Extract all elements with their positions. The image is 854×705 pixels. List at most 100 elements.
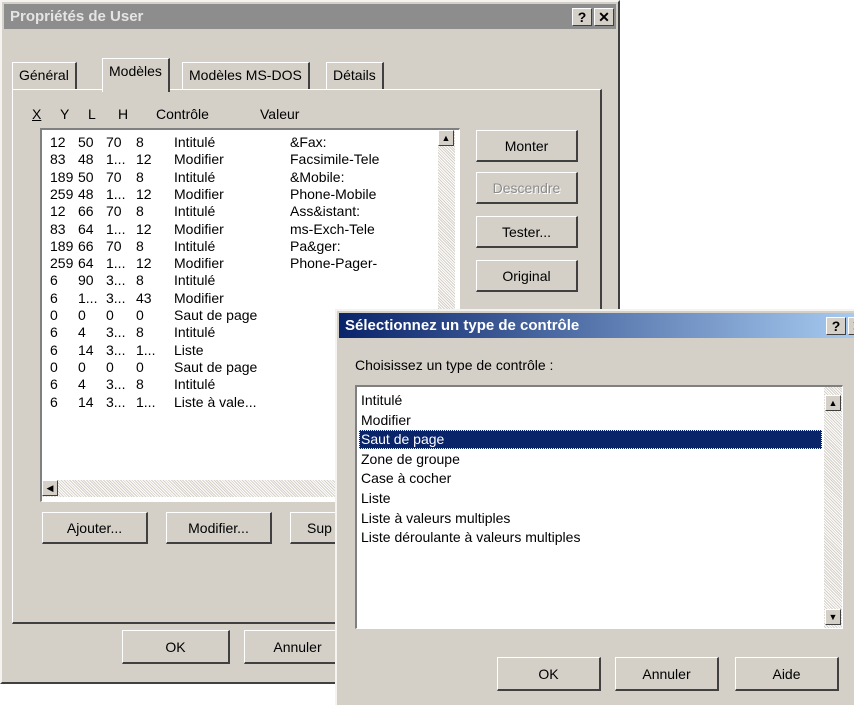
cell-l: 3... xyxy=(106,341,126,358)
main-window-title: Propriétés de User xyxy=(10,8,144,25)
cell-x: 189 xyxy=(50,237,74,254)
table-row[interactable]: 259 64 1... 12 Modifier Phone-Pager- xyxy=(42,255,434,272)
tab-general[interactable]: Général xyxy=(12,62,77,90)
cell-x: 6 xyxy=(50,272,58,289)
table-row[interactable]: 12 66 70 8 Intitulé Ass&istant: xyxy=(42,203,434,220)
cell-y: 66 xyxy=(78,237,94,254)
dialog-title: Sélectionnez un type de contrôle xyxy=(345,317,580,334)
cell-h: 8 xyxy=(136,272,144,289)
cell-y: 66 xyxy=(78,203,94,220)
col-header-y[interactable]: Y xyxy=(60,106,69,122)
dialog-ok-button[interactable]: OK xyxy=(497,657,601,691)
tab-modeles-ms-dos[interactable]: Modèles MS-DOS xyxy=(182,62,310,90)
tab-modeles[interactable]: Modèles xyxy=(102,58,170,92)
col-header-x[interactable]: X xyxy=(32,106,41,122)
tester-button[interactable]: Tester... xyxy=(476,216,578,248)
cell-y: 1... xyxy=(78,289,98,306)
table-row[interactable]: 6 90 3... 8 Intitulé xyxy=(42,272,434,289)
cell-controle: Saut de page xyxy=(174,307,258,323)
dialog-prompt-text: Choisissez un type de contrôle : xyxy=(355,357,554,373)
cell-controle: Liste à vale... xyxy=(174,393,257,410)
close-icon[interactable]: ✕ xyxy=(594,8,614,26)
col-header-valeur[interactable]: Valeur xyxy=(260,106,299,122)
ajouter-button[interactable]: Ajouter... xyxy=(42,512,148,544)
dialog-close-icon[interactable]: ✕ xyxy=(848,317,854,335)
modifier-button[interactable]: Modifier... xyxy=(166,512,272,544)
cell-valeur: Phone-Mobile xyxy=(290,185,377,202)
cell-l: 70 xyxy=(106,237,122,254)
cell-valeur: Pa&ger: xyxy=(290,237,341,254)
tab-details-label: Détails xyxy=(333,67,376,83)
cell-x: 6 xyxy=(50,376,58,393)
cell-h: 1... xyxy=(136,341,156,358)
cell-y: 64 xyxy=(78,255,94,272)
list-item[interactable]: Zone de groupe xyxy=(359,450,822,469)
cell-h: 8 xyxy=(136,203,144,220)
dialog-annuler-button[interactable]: Annuler xyxy=(615,657,719,691)
cell-y: 48 xyxy=(78,151,94,168)
col-header-h[interactable]: H xyxy=(118,106,128,122)
cell-controle: Intitulé xyxy=(174,168,216,185)
dialog-scroll-down-icon[interactable]: ▼ xyxy=(825,609,841,625)
cell-h: 1... xyxy=(136,393,156,410)
scroll-up-icon[interactable]: ▲ xyxy=(438,130,454,146)
cell-l: 1... xyxy=(106,255,126,272)
original-button[interactable]: Original xyxy=(476,260,578,292)
cell-controle: Intitulé xyxy=(174,376,216,393)
cell-l: 1... xyxy=(106,185,126,202)
cell-y: 64 xyxy=(78,220,94,237)
cell-y: 0 xyxy=(78,358,86,375)
cell-l: 3... xyxy=(106,272,126,289)
table-row[interactable]: 83 64 1... 12 Modifier ms-Exch-Tele xyxy=(42,221,434,238)
dialog-prompt: Choisissez un type de contrôle : xyxy=(355,357,553,373)
list-item[interactable]: Liste à valeurs multiples xyxy=(359,509,822,528)
cell-l: 1... xyxy=(106,220,126,237)
cell-h: 12 xyxy=(136,151,152,168)
cell-x: 12 xyxy=(50,203,66,220)
cell-controle: Intitulé xyxy=(174,237,216,254)
tab-details[interactable]: Détails xyxy=(326,62,384,90)
table-row[interactable]: 12 50 70 8 Intitulé &Fax: xyxy=(42,134,434,151)
list-item[interactable]: Liste xyxy=(359,489,822,508)
col-header-l[interactable]: L xyxy=(88,106,96,122)
cell-y: 14 xyxy=(78,393,94,410)
descendre-button[interactable]: Descendre xyxy=(476,172,578,204)
main-title-bar[interactable]: Propriétés de User ? ✕ xyxy=(4,4,616,29)
ok-button[interactable]: OK xyxy=(122,630,230,664)
table-row[interactable]: 259 48 1... 12 Modifier Phone-Mobile xyxy=(42,186,434,203)
list-item[interactable]: Modifier xyxy=(359,411,822,430)
cell-controle: Intitulé xyxy=(174,272,216,289)
cell-x: 6 xyxy=(50,393,58,410)
table-row[interactable]: 189 66 70 8 Intitulé Pa&ger: xyxy=(42,238,434,255)
cell-l: 0 xyxy=(106,358,114,375)
cell-y: 14 xyxy=(78,341,94,358)
dialog-title-bar[interactable]: Sélectionnez un type de contrôle ? ✕ xyxy=(339,313,854,338)
col-header-controle[interactable]: Contrôle xyxy=(156,106,209,122)
list-item[interactable]: Case à cocher xyxy=(359,469,822,488)
control-type-list[interactable]: Intitulé Modifier Saut de page Zone de grou… xyxy=(355,385,843,629)
table-row[interactable]: 83 48 1... 12 Modifier Facsimile-Tele xyxy=(42,151,434,168)
cell-x: 6 xyxy=(50,289,58,306)
cell-x: 12 xyxy=(50,134,66,150)
cell-x: 259 xyxy=(50,185,74,202)
dialog-vertical-scrollbar[interactable]: ▲ ▼ xyxy=(824,387,842,628)
monter-button[interactable]: Monter xyxy=(476,130,578,162)
list-item[interactable]: Liste déroulante à valeurs multiples xyxy=(359,528,822,547)
table-row[interactable]: 6 1... 3... 43 Modifier xyxy=(42,290,434,307)
cell-y: 0 xyxy=(78,307,86,323)
table-row[interactable]: 189 50 70 8 Intitulé &Mobile: xyxy=(42,169,434,186)
scroll-left-icon[interactable]: ◀ xyxy=(42,480,58,496)
dialog-help-button[interactable]: ? xyxy=(826,317,846,335)
dialog-aide-button[interactable]: Aide xyxy=(735,657,839,691)
dialog-scroll-up-icon[interactable]: ▲ xyxy=(825,395,841,411)
cell-y: 48 xyxy=(78,185,94,202)
cell-valeur: Facsimile-Tele xyxy=(290,151,380,168)
list-item[interactable]: Intitulé xyxy=(359,391,822,410)
help-button[interactable]: ? xyxy=(572,8,592,26)
cell-h: 12 xyxy=(136,220,152,237)
cell-y: 90 xyxy=(78,272,94,289)
list-item[interactable]: Saut de page xyxy=(359,430,822,450)
tab-modeles-ms-dos-label: Modèles MS-DOS xyxy=(189,67,302,83)
cell-y: 4 xyxy=(78,324,86,341)
cell-l: 70 xyxy=(106,168,122,185)
